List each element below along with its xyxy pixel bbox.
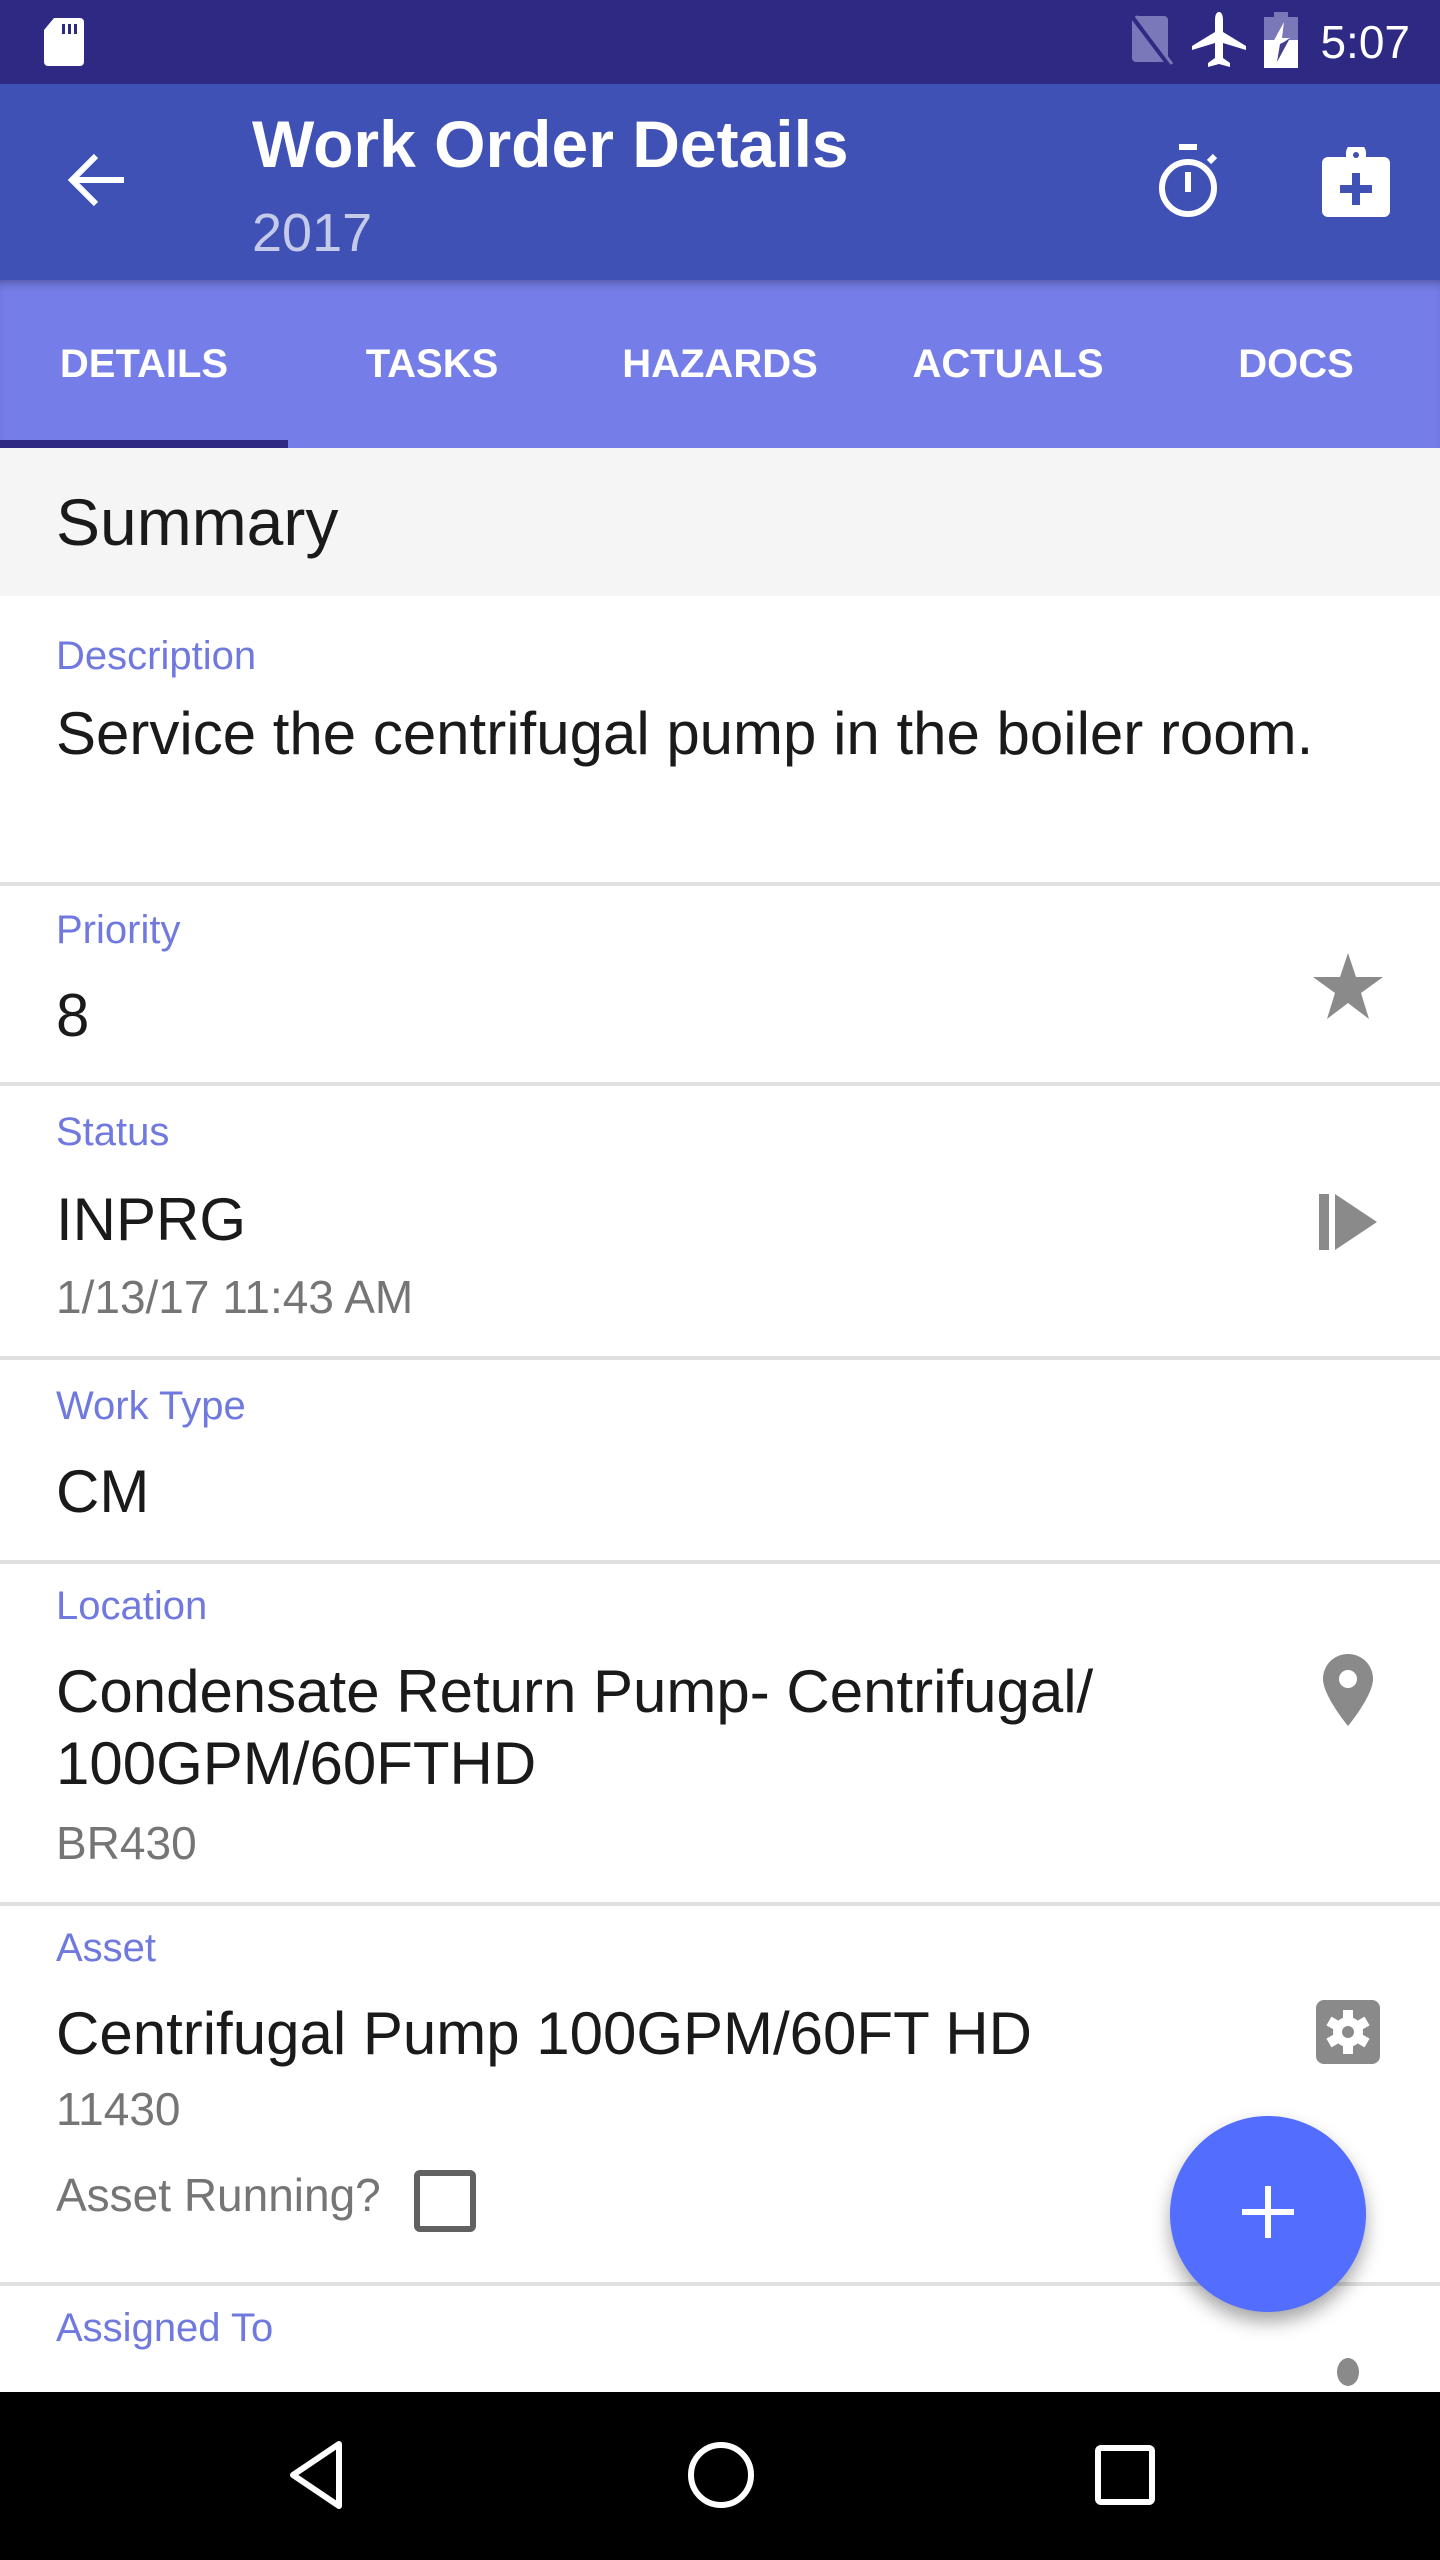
asset-number: 11430	[56, 2083, 181, 2135]
status-bar: 5:07	[0, 0, 1440, 84]
field-label: Status	[56, 1110, 170, 1154]
status-date: 1/13/17 11:43 AM	[56, 1271, 414, 1323]
airplane-mode-icon	[1192, 11, 1247, 73]
field-label: Work Type	[56, 1384, 246, 1428]
back-arrow-icon	[66, 152, 126, 213]
back-button[interactable]	[60, 146, 132, 218]
asset-running-label: Asset Running?	[56, 2169, 381, 2221]
summary-header: Summary	[0, 448, 1440, 596]
change-status-icon[interactable]	[1312, 1186, 1384, 1258]
description-value: Service the centrifugal pump in the boil…	[56, 700, 1314, 767]
battery-charging-icon	[1264, 11, 1299, 73]
location-value: Condensate Return Pump- Centrifugal/ 100…	[56, 1658, 1094, 1797]
priority-value: 8	[56, 982, 90, 1049]
asset-running-checkbox[interactable]	[414, 2170, 476, 2232]
assigned-to-icon[interactable]	[1312, 2356, 1384, 2392]
status-value: INPRG	[56, 1186, 247, 1253]
no-sim-icon	[1130, 13, 1174, 71]
work-type-field: Work Type CM	[0, 1360, 1440, 1564]
page-title: Work Order Details	[252, 107, 849, 181]
location-field[interactable]: Location Condensate Return Pump- Centrif…	[0, 1564, 1440, 1906]
home-circle-icon	[686, 2440, 756, 2515]
tab-hazards[interactable]: HAZARDS	[576, 280, 864, 448]
recents-square-icon	[1094, 2444, 1156, 2511]
page-subtitle: 2017	[252, 203, 373, 263]
asset-settings-icon[interactable]	[1312, 1996, 1384, 2068]
priority-field[interactable]: Priority 8	[0, 886, 1440, 1086]
tab-docs[interactable]: DOCS	[1152, 280, 1440, 448]
clipboard-plus-icon	[1322, 142, 1390, 222]
status-field[interactable]: Status INPRG 1/13/17 11:43 AM	[0, 1086, 1440, 1360]
sd-card-icon	[44, 18, 84, 71]
field-label: Priority	[56, 908, 181, 952]
clock: 5:07	[1320, 16, 1410, 68]
section-title: Summary	[56, 485, 339, 559]
tab-tasks[interactable]: TASKS	[288, 280, 576, 448]
nav-back-button[interactable]	[272, 2432, 362, 2522]
map-pin-icon[interactable]	[1312, 1654, 1384, 1726]
description-field: Description Service the centrifugal pump…	[0, 596, 1440, 886]
app-bar: Work Order Details 2017	[0, 84, 1440, 280]
tab-details[interactable]: DETAILS	[0, 280, 288, 448]
nav-home-button[interactable]	[676, 2432, 766, 2522]
star-icon[interactable]	[1312, 950, 1384, 1022]
nav-recents-button[interactable]	[1080, 2432, 1170, 2522]
field-label: Asset	[56, 1926, 157, 1970]
work-type-value: CM	[56, 1458, 150, 1525]
plus-icon	[1240, 2184, 1296, 2245]
back-triangle-icon	[287, 2440, 347, 2515]
asset-value: Centrifugal Pump 100GPM/60FT HD	[56, 2000, 1032, 2067]
field-label: Location	[56, 1584, 208, 1628]
add-fab-button[interactable]	[1170, 2116, 1366, 2312]
location-code: BR430	[56, 1817, 197, 1869]
field-label: Assigned To	[56, 2306, 274, 2350]
tab-bar: DETAILS TASKS HAZARDS ACTUALS DOCS	[0, 280, 1440, 448]
add-report-button[interactable]	[1316, 142, 1396, 226]
stopwatch-icon	[1155, 143, 1221, 225]
system-nav-bar	[0, 2392, 1440, 2560]
timer-button[interactable]	[1146, 136, 1230, 232]
field-label: Description	[56, 634, 257, 678]
tab-actuals[interactable]: ACTUALS	[864, 280, 1152, 448]
